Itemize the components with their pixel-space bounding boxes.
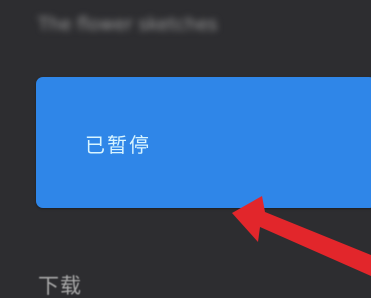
page-title: The flower sketches	[38, 14, 218, 35]
app-screen: The flower sketches 已暂停 下载	[0, 0, 371, 298]
paused-status-label: 已暂停	[85, 133, 151, 157]
download-section-label[interactable]: 下载	[38, 270, 82, 298]
